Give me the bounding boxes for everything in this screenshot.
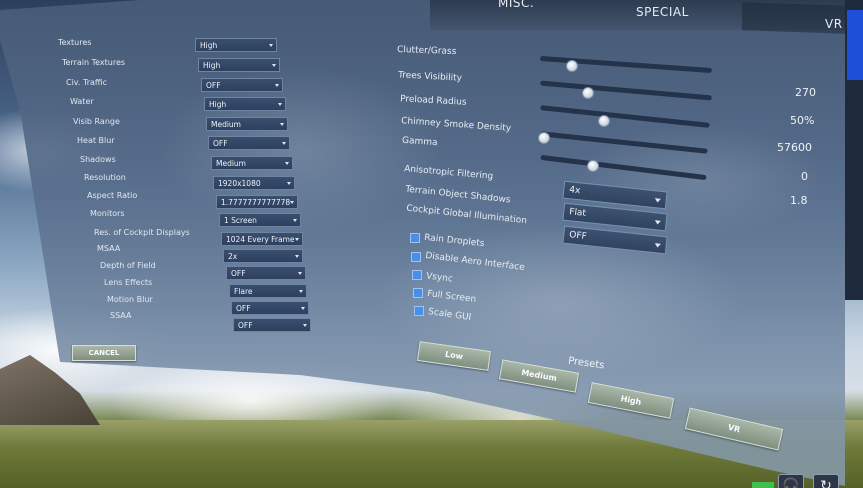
checkbox-scale-gui[interactable] (414, 306, 424, 316)
right-edge-window (847, 10, 863, 80)
dropdown-monitors[interactable]: 1 Screen (219, 213, 301, 227)
dropdown-motion-blur[interactable]: OFF (231, 301, 309, 315)
tab-vr[interactable]: VR (825, 17, 843, 31)
checkbox-rain-droplets[interactable] (410, 233, 420, 243)
slider-thumb-preload-radius[interactable] (598, 115, 610, 127)
checkbox-full-screen[interactable] (413, 288, 423, 298)
dropdown-depth-of-field[interactable]: OFF (226, 266, 306, 280)
tab-misc[interactable]: MISC. (498, 0, 534, 10)
value-preload-radius: 57600 (777, 141, 812, 154)
dropdown-msaa[interactable]: 2x (223, 249, 303, 263)
dropdown-resolution[interactable]: 1920x1080 (213, 176, 295, 190)
label-shadows: Shadows (80, 155, 116, 164)
label-depth-of-field: Depth of Field (100, 261, 156, 270)
status-indicator (752, 482, 774, 488)
dropdown-textures[interactable]: High (195, 38, 277, 52)
label-motion-blur: Motion Blur (107, 295, 153, 304)
dropdown-ssaa[interactable]: OFF (233, 318, 311, 332)
dropdown-heat-blur[interactable]: OFF (208, 136, 290, 150)
slider-thumb-trees-visibility[interactable] (582, 87, 594, 99)
label-monitors: Monitors (90, 209, 125, 218)
dropdown-aspect-ratio[interactable]: 1.7777777777778 (216, 195, 298, 209)
label-ssaa: SSAA (110, 311, 132, 320)
headset-icon[interactable]: 🎧 (778, 474, 804, 488)
checkbox-vsync[interactable] (412, 270, 422, 280)
label-visib-range: Visib Range (73, 117, 120, 126)
value-chimney-smoke: 0 (801, 170, 808, 183)
slider-thumb-chimney-smoke[interactable] (538, 132, 550, 144)
label-clutter-grass: Clutter/Grass (396, 44, 457, 58)
label-cockpit-displays: Res. of Cockpit Displays (94, 228, 190, 237)
label-water: Water (70, 97, 94, 106)
dropdown-lens-effects[interactable]: Flare (229, 284, 307, 298)
label-terrain-textures: Terrain Textures (62, 58, 126, 67)
dropdown-water[interactable]: High (204, 97, 286, 111)
refresh-icon[interactable]: ↻ (813, 474, 839, 488)
label-heat-blur: Heat Blur (77, 136, 115, 145)
dropdown-terrain-textures[interactable]: High (198, 58, 280, 72)
value-clutter-grass: 270 (795, 86, 816, 99)
label-msaa: MSAA (97, 244, 121, 253)
label-aspect-ratio: Aspect Ratio (87, 191, 138, 200)
dropdown-visib-range[interactable]: Medium (206, 117, 288, 131)
label-civ-traffic: Civ. Traffic (66, 78, 108, 87)
label-resolution: Resolution (84, 173, 126, 182)
tab-special[interactable]: SPECIAL (636, 5, 689, 19)
slider-thumb-clutter-grass[interactable] (566, 60, 578, 72)
dropdown-shadows[interactable]: Medium (211, 156, 293, 170)
label-textures: Textures (58, 38, 92, 47)
label-lens-effects: Lens Effects (104, 278, 153, 287)
dropdown-cockpit-displays[interactable]: 1024 Every Frame (221, 232, 303, 246)
value-gamma: 1.8 (790, 194, 808, 207)
cancel-button[interactable]: CANCEL (72, 345, 136, 361)
dropdown-civ-traffic[interactable]: OFF (201, 78, 283, 92)
checkbox-disable-aero[interactable] (411, 252, 421, 262)
value-trees-visibility: 50% (790, 114, 815, 127)
slider-thumb-gamma[interactable] (587, 160, 599, 172)
